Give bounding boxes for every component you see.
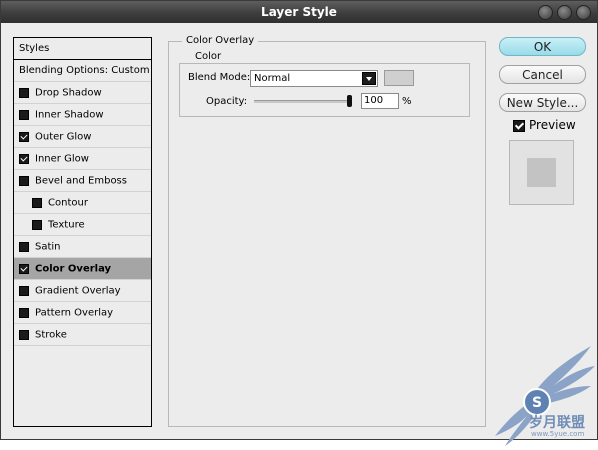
- sidebar-item-label: Drop Shadow: [35, 87, 102, 99]
- sidebar-item-bevel-and-emboss[interactable]: Bevel and Emboss: [14, 170, 151, 192]
- sidebar-item-label: Gradient Overlay: [35, 285, 121, 297]
- checkbox[interactable]: [19, 264, 29, 274]
- opacity-slider-thumb[interactable]: [347, 95, 352, 107]
- sidebar-item-label: Styles: [19, 43, 50, 54]
- sidebar-item-pattern-overlay[interactable]: Pattern Overlay: [14, 302, 151, 324]
- checkbox[interactable]: [19, 286, 29, 296]
- opacity-slider[interactable]: [254, 100, 352, 103]
- checkbox[interactable]: [19, 154, 29, 164]
- checkbox[interactable]: [19, 330, 29, 340]
- styles-list: Styles Blending Options: Custom Drop Shado…: [13, 37, 152, 427]
- sidebar-item-drop-shadow[interactable]: Drop Shadow: [14, 82, 151, 104]
- preview-swatch: [527, 158, 556, 187]
- sidebar-item-label: Inner Shadow: [35, 109, 104, 121]
- sidebar-item-inner-shadow[interactable]: Inner Shadow: [14, 104, 151, 126]
- window-title: Layer Style: [261, 5, 337, 19]
- sidebar-item-color-overlay[interactable]: Color Overlay: [14, 258, 151, 280]
- opacity-label: Opacity:: [206, 96, 248, 107]
- close-icon[interactable]: [576, 5, 591, 20]
- checkbox[interactable]: [32, 220, 42, 230]
- sidebar-item-label: Blending Options: Custom: [19, 65, 150, 76]
- sidebar-item-texture[interactable]: Texture: [14, 214, 151, 236]
- ok-button[interactable]: OK: [499, 37, 586, 56]
- title-bar[interactable]: Layer Style: [1, 1, 597, 23]
- preview-checkbox[interactable]: [513, 120, 525, 132]
- svg-text:S: S: [532, 395, 542, 411]
- watermark-text: 岁月联盟: [529, 415, 585, 431]
- checkbox[interactable]: [19, 132, 29, 142]
- sidebar-item-label: Contour: [48, 197, 88, 209]
- checkbox[interactable]: [19, 242, 29, 252]
- dialog-content: Styles Blending Options: Custom Drop Shado…: [1, 24, 597, 446]
- sidebar-item-label: Outer Glow: [35, 131, 92, 143]
- checkbox[interactable]: [19, 308, 29, 318]
- sidebar-item-gradient-overlay[interactable]: Gradient Overlay: [14, 280, 151, 302]
- sidebar-item-inner-glow[interactable]: Inner Glow: [14, 148, 151, 170]
- sidebar-item-label: Pattern Overlay: [35, 307, 114, 319]
- sidebar-item-contour[interactable]: Contour: [14, 192, 151, 214]
- sidebar-item-stroke[interactable]: Stroke: [14, 324, 151, 346]
- checkbox[interactable]: [32, 198, 42, 208]
- sidebar-item-label: Bevel and Emboss: [35, 175, 127, 187]
- blend-mode-label: Blend Mode:: [188, 72, 251, 83]
- maximize-icon[interactable]: [557, 5, 572, 20]
- sidebar-item-label: Inner Glow: [35, 153, 89, 165]
- checkbox[interactable]: [19, 110, 29, 120]
- overlay-color-swatch[interactable]: [384, 70, 414, 86]
- opacity-input[interactable]: 100: [361, 93, 399, 109]
- minimize-icon[interactable]: [538, 5, 553, 20]
- sidebar-item-label: Stroke: [35, 329, 67, 341]
- checkbox[interactable]: [19, 88, 29, 98]
- new-style-button[interactable]: New Style...: [499, 93, 586, 112]
- preview-label: Preview: [529, 118, 576, 132]
- chevron-down-icon[interactable]: [362, 72, 376, 85]
- sidebar-item-styles[interactable]: Styles: [14, 38, 151, 60]
- sidebar-item-outer-glow[interactable]: Outer Glow: [14, 126, 151, 148]
- preview-thumbnail: [509, 140, 574, 205]
- watermark-url: www.5yue.com: [531, 430, 585, 438]
- sidebar-item-satin[interactable]: Satin: [14, 236, 151, 258]
- opacity-unit: %: [402, 96, 412, 107]
- panel-title: Color Overlay: [182, 35, 259, 46]
- sidebar-item-label: Texture: [48, 219, 85, 231]
- blend-mode-value: Normal: [254, 73, 291, 84]
- sidebar-item-blending-options-custom[interactable]: Blending Options: Custom: [14, 60, 151, 82]
- group-title: Color: [191, 51, 226, 62]
- sidebar-item-label: Satin: [35, 241, 61, 253]
- layer-style-dialog: Layer Style Styles Blending Options: Cust…: [0, 0, 598, 446]
- sidebar-item-label: Color Overlay: [35, 263, 112, 275]
- cancel-button[interactable]: Cancel: [499, 65, 586, 84]
- checkbox[interactable]: [19, 176, 29, 186]
- window-controls: [538, 5, 591, 20]
- blend-mode-select[interactable]: Normal: [250, 70, 378, 87]
